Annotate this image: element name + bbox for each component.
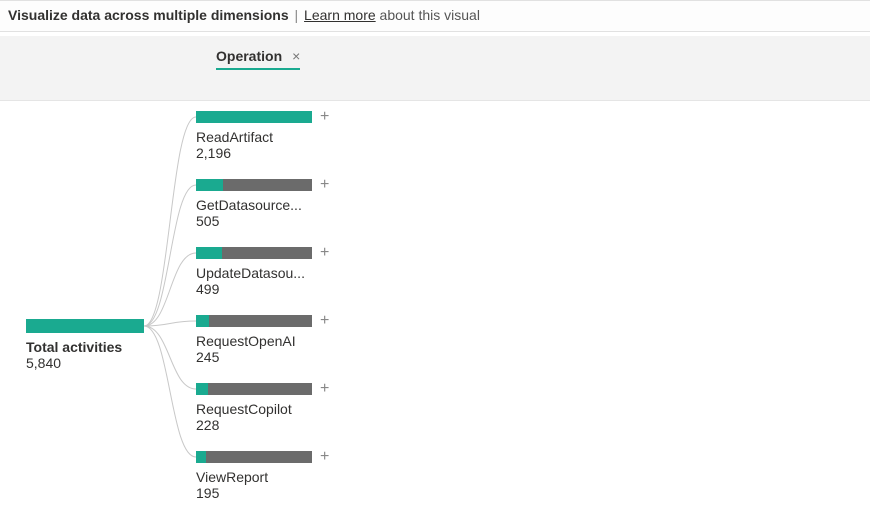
- child-bar-fill: [196, 315, 209, 327]
- expand-icon[interactable]: +: [320, 244, 329, 262]
- connector-lines: [0, 101, 870, 521]
- dimension-chip-operation[interactable]: Operation ×: [216, 48, 300, 70]
- child-label: ViewReport: [196, 469, 326, 485]
- child-value: 2,196: [196, 145, 406, 161]
- child-bar-fill: [196, 451, 206, 463]
- decomposition-canvas: Total activities 5,840 + ReadArtifact2,19…: [0, 101, 870, 521]
- child-bar: +: [196, 179, 312, 191]
- child-bar: +: [196, 247, 312, 259]
- child-node[interactable]: + RequestCopilot228: [196, 383, 406, 433]
- child-label: GetDatasource...: [196, 197, 326, 213]
- dimension-chip-label: Operation: [216, 48, 282, 64]
- expand-icon[interactable]: +: [320, 108, 329, 126]
- root-value: 5,840: [26, 355, 152, 371]
- child-bar-fill: [196, 383, 208, 395]
- child-node[interactable]: + RequestOpenAI245: [196, 315, 406, 365]
- child-node[interactable]: + GetDatasource...505: [196, 179, 406, 229]
- dimension-chip-row: Operation ×: [0, 36, 870, 101]
- child-label: ReadArtifact: [196, 129, 326, 145]
- expand-icon[interactable]: +: [320, 176, 329, 194]
- child-node[interactable]: + ReadArtifact2,196: [196, 111, 406, 161]
- child-bar: +: [196, 383, 312, 395]
- child-bar: +: [196, 451, 312, 463]
- child-label: RequestOpenAI: [196, 333, 326, 349]
- child-value: 195: [196, 485, 406, 501]
- child-bar: +: [196, 315, 312, 327]
- child-value: 245: [196, 349, 406, 365]
- child-bar-fill: [196, 247, 222, 259]
- root-node[interactable]: Total activities 5,840: [26, 319, 152, 371]
- child-label: RequestCopilot: [196, 401, 326, 417]
- child-bar-fill: [196, 111, 312, 123]
- expand-icon[interactable]: +: [320, 312, 329, 330]
- root-bar: [26, 319, 144, 333]
- child-value: 499: [196, 281, 406, 297]
- info-trail: about this visual: [376, 7, 480, 23]
- child-value: 505: [196, 213, 406, 229]
- learn-more-link[interactable]: Learn more: [304, 7, 376, 23]
- child-node[interactable]: + UpdateDatasou...499: [196, 247, 406, 297]
- info-bar: Visualize data across multiple dimension…: [0, 1, 870, 32]
- expand-icon[interactable]: +: [320, 380, 329, 398]
- expand-icon[interactable]: +: [320, 448, 329, 466]
- child-node[interactable]: + ViewReport195: [196, 451, 406, 501]
- child-bar-fill: [196, 179, 223, 191]
- child-bar: +: [196, 111, 312, 123]
- close-icon[interactable]: ×: [292, 48, 300, 64]
- child-label: UpdateDatasou...: [196, 265, 326, 281]
- root-title: Total activities: [26, 339, 152, 355]
- child-value: 228: [196, 417, 406, 433]
- info-lead: Visualize data across multiple dimension…: [8, 7, 289, 23]
- info-separator: |: [295, 7, 299, 23]
